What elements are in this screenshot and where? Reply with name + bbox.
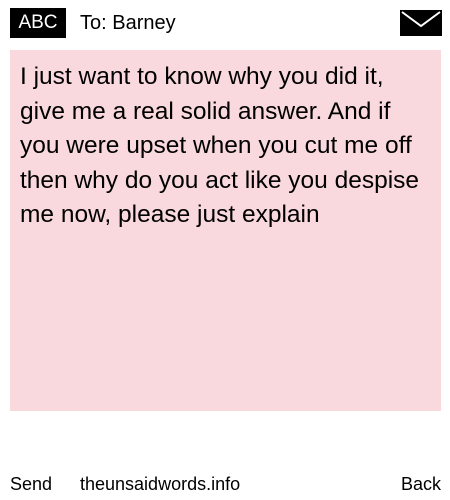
input-mode-badge[interactable]: ABC <box>10 8 66 38</box>
envelope-icon <box>400 10 442 36</box>
message-body[interactable]: I just want to know why you did it, give… <box>10 50 441 411</box>
recipient-field[interactable]: To: Barney <box>80 8 176 38</box>
message-text: I just want to know why you did it, give… <box>20 63 420 228</box>
site-label: theunsaidwords.info <box>80 474 241 494</box>
softkey-bar: Send theunsaidwords.info Back <box>0 470 450 498</box>
message-header: ABC To: Barney <box>0 0 450 46</box>
back-softkey[interactable]: Back <box>401 470 441 498</box>
send-softkey[interactable]: Send <box>10 470 52 498</box>
